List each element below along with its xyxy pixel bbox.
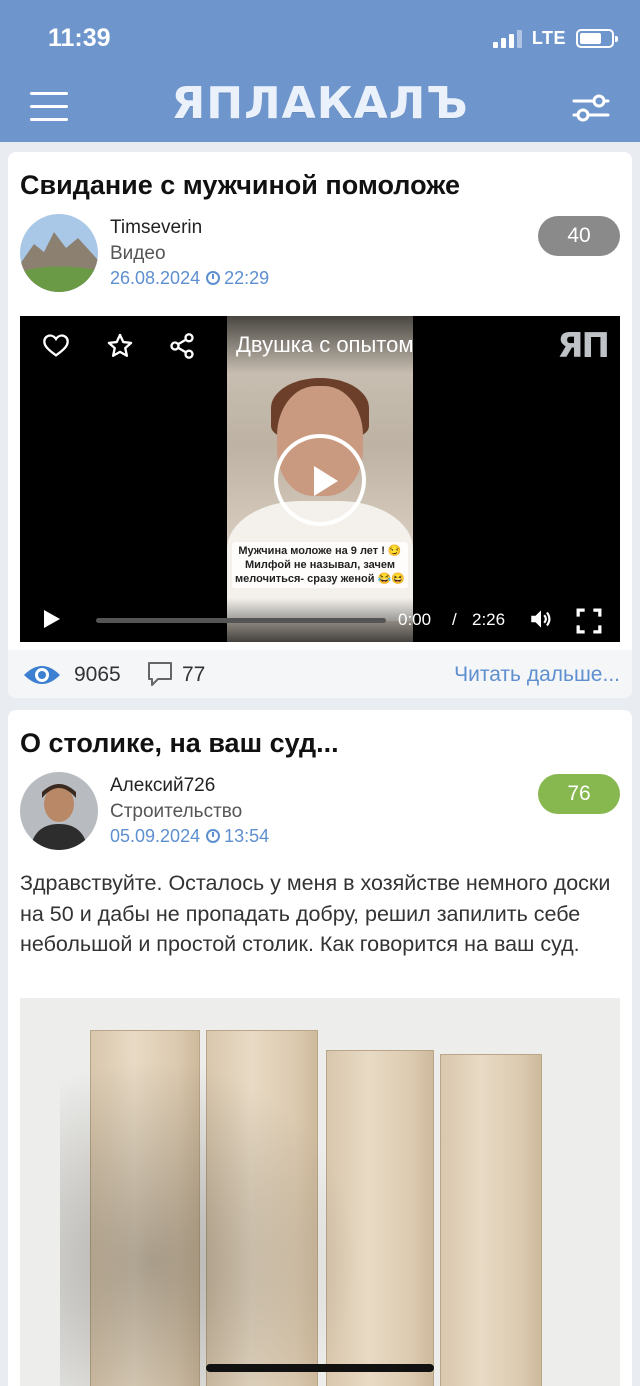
video-duration: 2:26: [472, 610, 506, 629]
post-title[interactable]: О столике, на ваш суд...: [20, 728, 339, 759]
play-icon[interactable]: [44, 610, 60, 628]
post-category[interactable]: Строительство: [110, 801, 242, 823]
sliders-icon: [572, 94, 610, 122]
video-watermark-logo: ЯП: [557, 326, 610, 366]
date-text: 05.09.2024: [110, 826, 201, 846]
comments-icon[interactable]: [146, 660, 174, 688]
author-name[interactable]: Timseverin: [110, 217, 202, 239]
clock-icon: [206, 829, 221, 843]
read-more-link[interactable]: Читать дальше...: [454, 663, 620, 687]
author-name[interactable]: Алексий726: [110, 775, 215, 797]
video-current-time: 0:00: [398, 610, 432, 629]
app-header: 11:39 LTE ЯПЛАКАЛЪ: [0, 0, 640, 142]
filter-settings-button[interactable]: [572, 92, 610, 124]
big-play-button[interactable]: [274, 434, 366, 526]
post-date: 05.09.2024 13:54: [110, 826, 269, 847]
post-footer: 9065 77 Читать дальше...: [8, 650, 632, 698]
post-card: О столике, на ваш суд... Алексий726 Стро…: [8, 710, 632, 1386]
author-avatar[interactable]: [20, 772, 98, 850]
home-indicator[interactable]: [206, 1364, 434, 1372]
post-body-text: Здравствуйте. Осталось у меня в хозяйств…: [20, 871, 611, 956]
views-eye-icon: [22, 660, 62, 690]
post-category[interactable]: Видео: [110, 243, 166, 265]
status-time: 11:39: [48, 24, 111, 52]
like-heart-icon[interactable]: [42, 332, 70, 360]
post-image-planks[interactable]: [20, 998, 620, 1386]
favorite-star-icon[interactable]: [106, 332, 134, 360]
site-logo[interactable]: ЯПЛАКАЛЪ: [0, 78, 640, 129]
fullscreen-icon[interactable]: [576, 608, 602, 634]
video-caption: Мужчина моложе на 9 лет ! 😏 Милфой не на…: [232, 542, 408, 588]
date-text: 26.08.2024: [110, 268, 201, 288]
volume-icon[interactable]: [528, 606, 554, 632]
rating-badge: 76: [538, 774, 620, 814]
clock-icon: [206, 271, 221, 285]
video-title[interactable]: Двушка с опытом: [236, 332, 413, 358]
network-type: LTE: [531, 28, 566, 48]
post-card: Свидание с мужчиной помоложе Timseverin …: [8, 152, 632, 698]
video-progress-bar[interactable]: [96, 618, 386, 623]
post-title[interactable]: Свидание с мужчиной помоложе: [20, 170, 460, 201]
video-player[interactable]: Мужчина моложе на 9 лет ! 😏 Милфой не на…: [20, 316, 620, 642]
share-icon[interactable]: [168, 332, 196, 360]
rating-badge: 40: [538, 216, 620, 256]
comments-count[interactable]: 77: [182, 663, 205, 687]
time-text: 13:54: [224, 826, 270, 846]
time-text: 22:29: [224, 268, 270, 288]
post-date: 26.08.2024 22:29: [110, 268, 269, 289]
video-controls: 0:00 / 2:26: [20, 598, 620, 642]
battery-icon: [576, 29, 618, 48]
signal-icon: [492, 29, 522, 48]
video-time-separator: /: [452, 610, 457, 629]
author-avatar[interactable]: [20, 214, 98, 292]
views-count: 9065: [74, 663, 121, 686]
status-indicators: LTE: [492, 28, 618, 49]
